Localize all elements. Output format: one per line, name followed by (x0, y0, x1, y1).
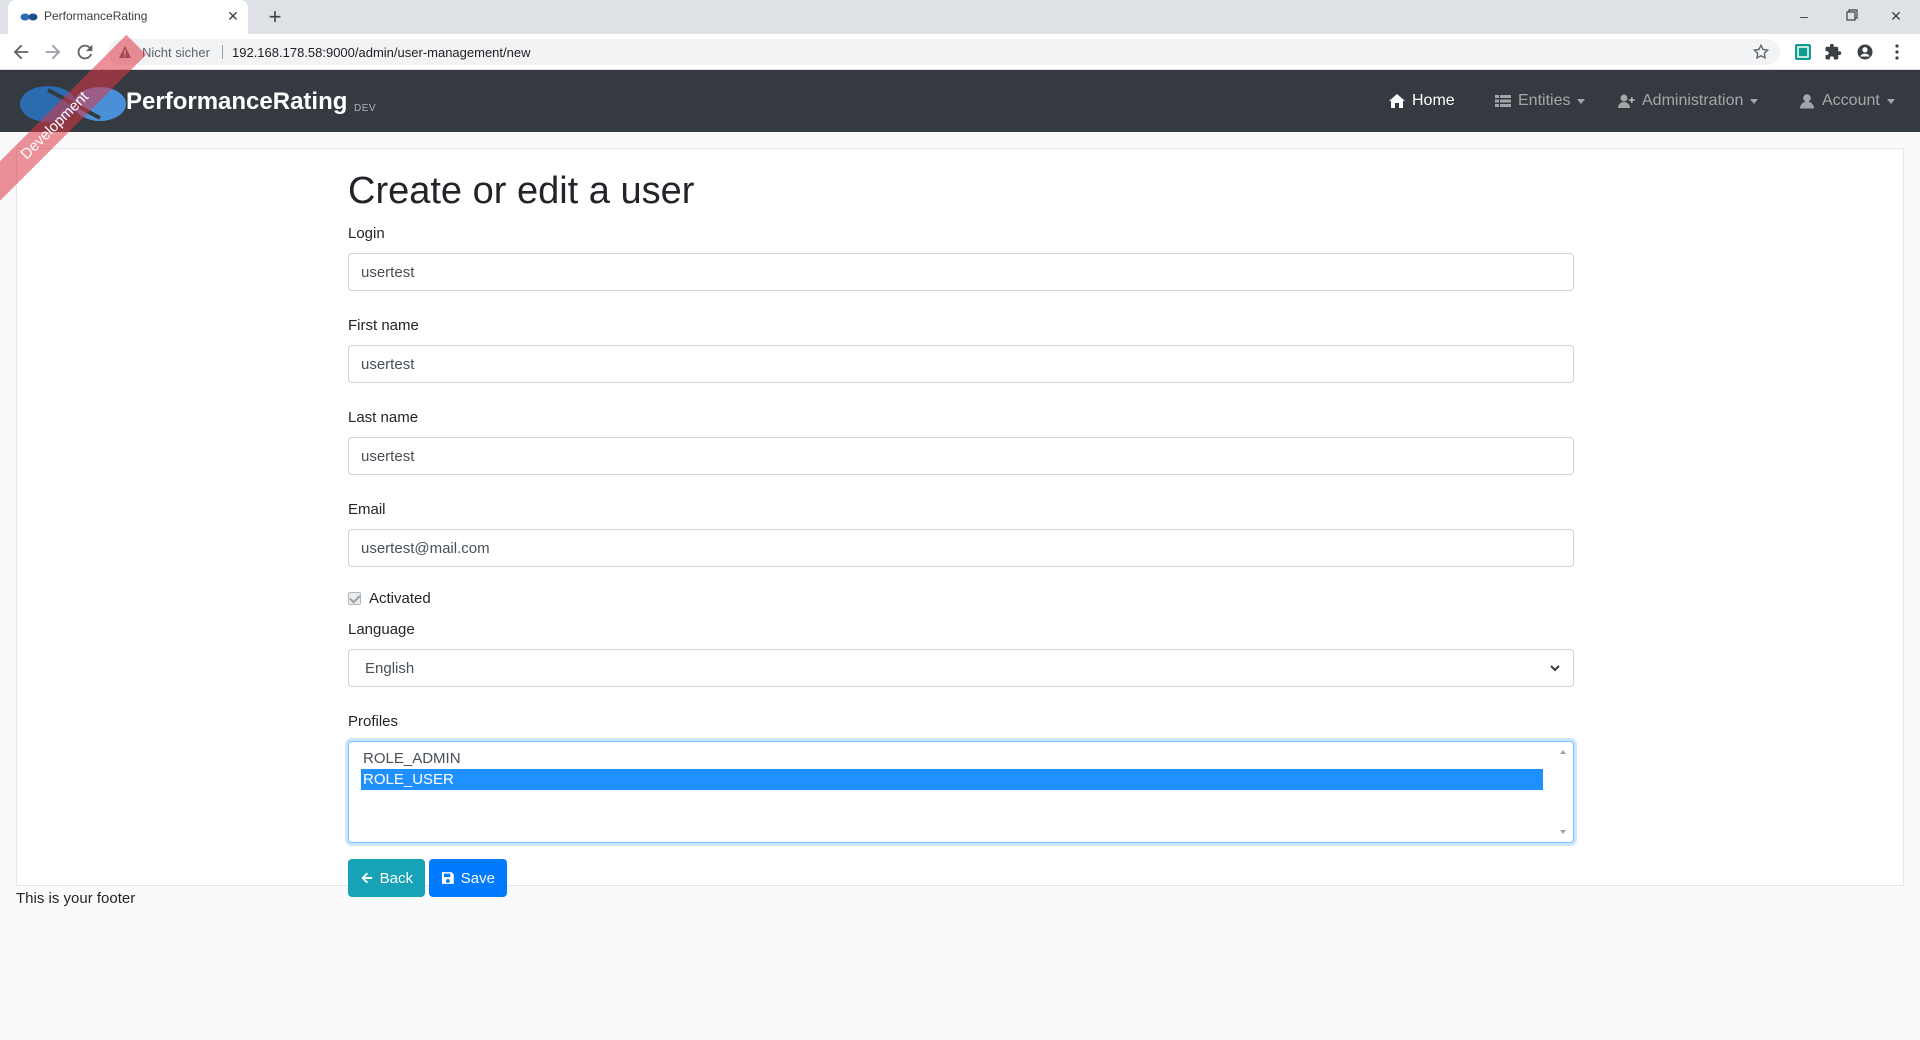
scroll-up-icon[interactable] (1557, 746, 1569, 758)
profiles-label: Profiles (348, 713, 399, 730)
nav-entities[interactable]: Entities (1494, 91, 1586, 111)
nav-account-label: Account (1822, 92, 1880, 109)
save-button[interactable]: Save (429, 859, 507, 897)
bookmark-star-icon[interactable] (1752, 43, 1770, 61)
nav-account[interactable]: Account (1798, 91, 1895, 111)
close-window-icon[interactable]: ✕ (1886, 6, 1906, 26)
activated-row: Activated (348, 587, 1574, 609)
scroll-down-icon[interactable] (1557, 826, 1569, 838)
back-arrow-icon[interactable] (10, 41, 32, 63)
arrow-left-icon (361, 872, 373, 884)
nav-home[interactable]: Home (1388, 91, 1455, 111)
tab-close-icon[interactable]: ✕ (224, 7, 242, 25)
last-name-label: Last name (348, 409, 419, 426)
save-button-label: Save (460, 869, 495, 887)
browser-menu-icon[interactable] (1888, 43, 1906, 61)
security-label: Nicht sicher (142, 45, 210, 60)
nav-home-label: Home (1412, 92, 1455, 109)
nav-entities-label: Entities (1518, 92, 1571, 109)
email-input[interactable] (348, 529, 1574, 567)
table-list-icon (1495, 95, 1511, 107)
tab-title: PerformanceRating (44, 9, 148, 23)
profile-option-role-user[interactable]: ROLE_USER (361, 769, 1543, 790)
back-button[interactable]: Back (348, 859, 425, 897)
language-label: Language (348, 621, 415, 638)
chevron-down-icon (1550, 665, 1560, 672)
page-title: Create or edit a user (348, 170, 695, 212)
nav-administration[interactable]: Administration (1618, 91, 1759, 111)
back-button-label: Back (379, 869, 413, 887)
reload-icon[interactable] (74, 41, 96, 63)
browser-tab-strip: PerformanceRating ✕ + – ✕ (0, 0, 1920, 34)
forward-arrow-icon[interactable] (42, 41, 64, 63)
browser-toolbar: Nicht sicher 192.168.178.58:9000/admin/u… (0, 34, 1920, 70)
login-input[interactable] (348, 253, 1574, 291)
form-actions: Back Save (348, 859, 1574, 897)
profile-option-role-admin[interactable]: ROLE_ADMIN (361, 748, 1543, 769)
caret-down-icon (1886, 98, 1895, 104)
profile-avatar-icon[interactable] (1856, 43, 1874, 61)
app-navbar: PerformanceRating DEV Home Entities Admi… (0, 70, 1920, 132)
extension-icon[interactable] (1794, 43, 1812, 61)
user-plus-icon (1618, 94, 1635, 108)
activated-label: Activated (369, 589, 431, 607)
caret-down-icon (1577, 98, 1586, 104)
language-selected-value: English (365, 659, 415, 677)
puzzle-icon[interactable] (1824, 43, 1842, 61)
login-label: Login (348, 225, 385, 242)
new-tab-icon[interactable]: + (262, 4, 288, 30)
nav-administration-label: Administration (1642, 92, 1744, 109)
home-icon (1389, 94, 1405, 108)
user-form: Create or edit a user Login First name L… (348, 167, 1574, 897)
brand-version: DEV (354, 103, 377, 114)
language-select[interactable]: English (348, 649, 1574, 687)
omnibox-divider (222, 45, 223, 59)
brand-title[interactable]: PerformanceRating (126, 88, 347, 116)
address-bar[interactable]: Nicht sicher 192.168.178.58:9000/admin/u… (108, 39, 1780, 65)
floppy-disk-icon (441, 872, 454, 884)
main-card: Create or edit a user Login First name L… (16, 148, 1904, 897)
email-label: Email (348, 501, 386, 518)
first-name-label: First name (348, 317, 419, 334)
last-name-input[interactable] (348, 437, 1574, 475)
browser-tab[interactable]: PerformanceRating ✕ (8, 0, 248, 34)
restore-icon[interactable] (1842, 6, 1862, 26)
activated-checkbox[interactable] (348, 591, 361, 605)
user-icon (1800, 94, 1814, 109)
page-footer: This is your footer (16, 890, 136, 907)
caret-down-icon (1750, 98, 1759, 104)
app-favicon-icon (20, 13, 38, 21)
first-name-input[interactable] (348, 345, 1574, 383)
url-text: 192.168.178.58:9000/admin/user-managemen… (232, 45, 531, 60)
minimize-icon[interactable]: – (1794, 6, 1814, 26)
profiles-multiselect[interactable]: ROLE_ADMIN ROLE_USER (348, 741, 1574, 843)
